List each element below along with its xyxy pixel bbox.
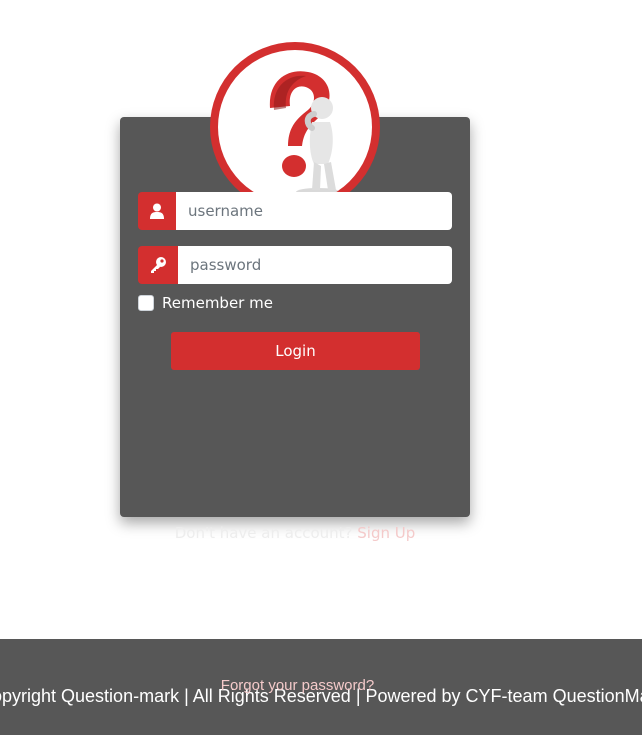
question-mark-logo (210, 42, 380, 212)
logo-image (218, 50, 372, 204)
remember-checkbox[interactable] (138, 295, 154, 311)
user-icon (138, 192, 176, 230)
signup-prompt: Don't have an account? Sign Up (0, 524, 590, 542)
signup-text: Don't have an account? (174, 524, 353, 542)
forgot-password-link[interactable]: Forgot your password? (0, 677, 595, 694)
signup-link[interactable]: Sign Up (357, 524, 415, 542)
password-row (138, 246, 452, 284)
remember-label: Remember me (162, 294, 273, 312)
username-row (138, 192, 452, 230)
key-icon (138, 246, 178, 284)
login-button[interactable]: Login (171, 332, 420, 370)
username-input[interactable] (176, 192, 452, 230)
remember-me: Remember me (138, 294, 273, 312)
password-input[interactable] (178, 246, 452, 284)
question-mark-figure-icon (269, 71, 340, 196)
